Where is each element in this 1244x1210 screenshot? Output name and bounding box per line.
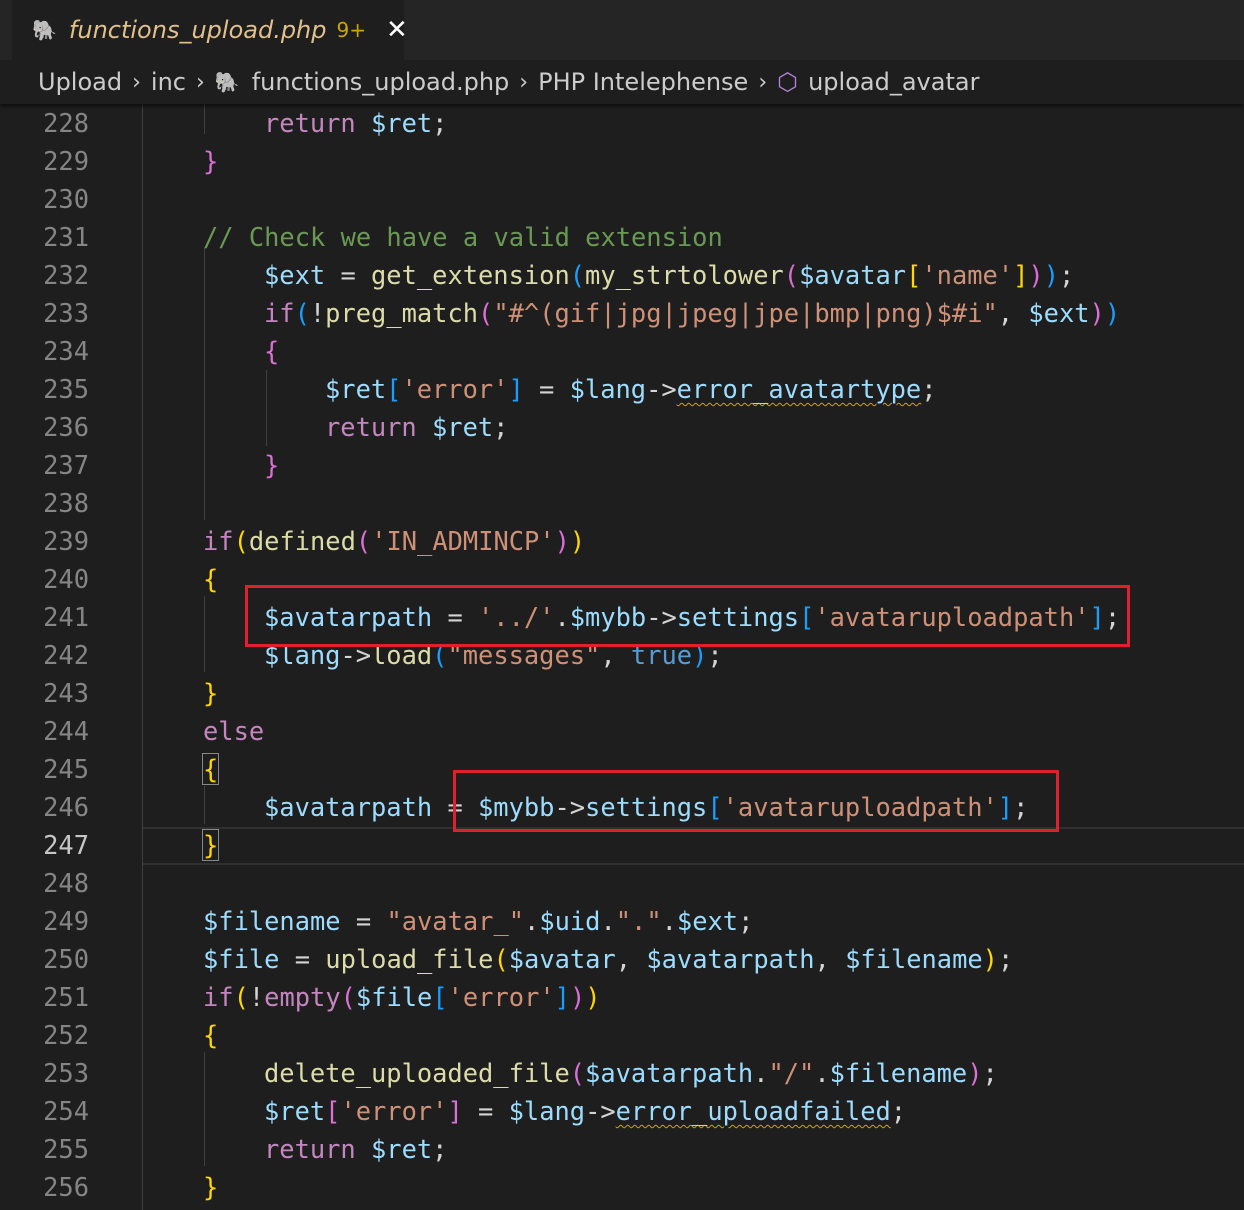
code-line-247: } bbox=[201, 829, 220, 861]
chevron-right-icon: › bbox=[758, 69, 768, 95]
code-line-236: return $ret; bbox=[325, 412, 509, 442]
code-line-234: { bbox=[264, 336, 280, 366]
php-elephant-icon: 🐘 bbox=[214, 70, 240, 94]
code-editor[interactable]: return $ret; } // Check we have a valid … bbox=[0, 104, 1244, 1210]
tab-functions-upload[interactable]: 🐘 functions_upload.php 9+ ✕ bbox=[12, 0, 408, 60]
code-line-231: // Check we have a valid extension bbox=[203, 222, 723, 252]
code-line-253: delete_uploaded_file($avatarpath."/".$fi… bbox=[264, 1058, 998, 1088]
code-line-233: if(!preg_match("#^(gif|jpg|jpeg|jpe|bmp|… bbox=[264, 298, 1121, 328]
breadcrumb: Upload › inc › 🐘 functions_upload.php › … bbox=[0, 60, 1244, 104]
breadcrumb-symbol[interactable]: upload_avatar bbox=[808, 68, 979, 96]
tab-bar: 🐘 functions_upload.php 9+ ✕ bbox=[0, 0, 1244, 60]
code-line-235: $ret['error'] = $lang->error_avatartype; bbox=[325, 374, 937, 404]
code-line-256: } bbox=[203, 1172, 219, 1202]
close-icon[interactable]: ✕ bbox=[386, 15, 408, 45]
code-line-243: } bbox=[203, 678, 219, 708]
highlight-box-admincp-path bbox=[245, 585, 1130, 647]
code-line-249: $filename = "avatar_".$uid.".".$ext; bbox=[203, 906, 754, 936]
php-elephant-icon: 🐘 bbox=[32, 18, 57, 42]
code-line-228: return $ret; bbox=[264, 108, 448, 138]
code-line-252: { bbox=[203, 1020, 219, 1050]
problems-badge: 9+ bbox=[336, 18, 366, 42]
highlight-box-default-path bbox=[453, 770, 1059, 832]
code-line-255: return $ret; bbox=[264, 1134, 448, 1164]
code-line-245: { bbox=[201, 753, 220, 785]
code-line-232: $ext = get_extension(my_strtolower($avat… bbox=[264, 260, 1075, 290]
tab-title: functions_upload.php bbox=[68, 16, 327, 44]
chevron-right-icon: › bbox=[132, 69, 141, 95]
code-line-239: if(defined('IN_ADMINCP')) bbox=[203, 526, 586, 556]
breadcrumb-file[interactable]: functions_upload.php bbox=[252, 68, 510, 96]
line-number: 248 bbox=[43, 868, 89, 898]
breadcrumb-intelephense[interactable]: PHP Intelephense bbox=[538, 68, 748, 96]
breadcrumb-inc[interactable]: inc bbox=[151, 68, 186, 96]
code-line-254: $ret['error'] = $lang->error_uploadfaile… bbox=[264, 1096, 907, 1126]
line-number: 230 bbox=[43, 184, 89, 214]
code-line-250: $file = upload_file($avatar, $avatarpath… bbox=[203, 944, 1014, 974]
code-line-240: { bbox=[203, 564, 219, 594]
chevron-right-icon: › bbox=[195, 69, 205, 95]
chevron-right-icon: › bbox=[519, 69, 529, 95]
code-line-244: else bbox=[203, 716, 265, 746]
cube-icon: ⬡ bbox=[777, 68, 799, 96]
code-line-251: if(!empty($file['error'])) bbox=[203, 982, 601, 1012]
line-number: 238 bbox=[43, 488, 89, 518]
code-line-229: } bbox=[203, 146, 219, 176]
code-line-237: } bbox=[264, 450, 280, 480]
breadcrumb-upload[interactable]: Upload bbox=[38, 68, 122, 96]
